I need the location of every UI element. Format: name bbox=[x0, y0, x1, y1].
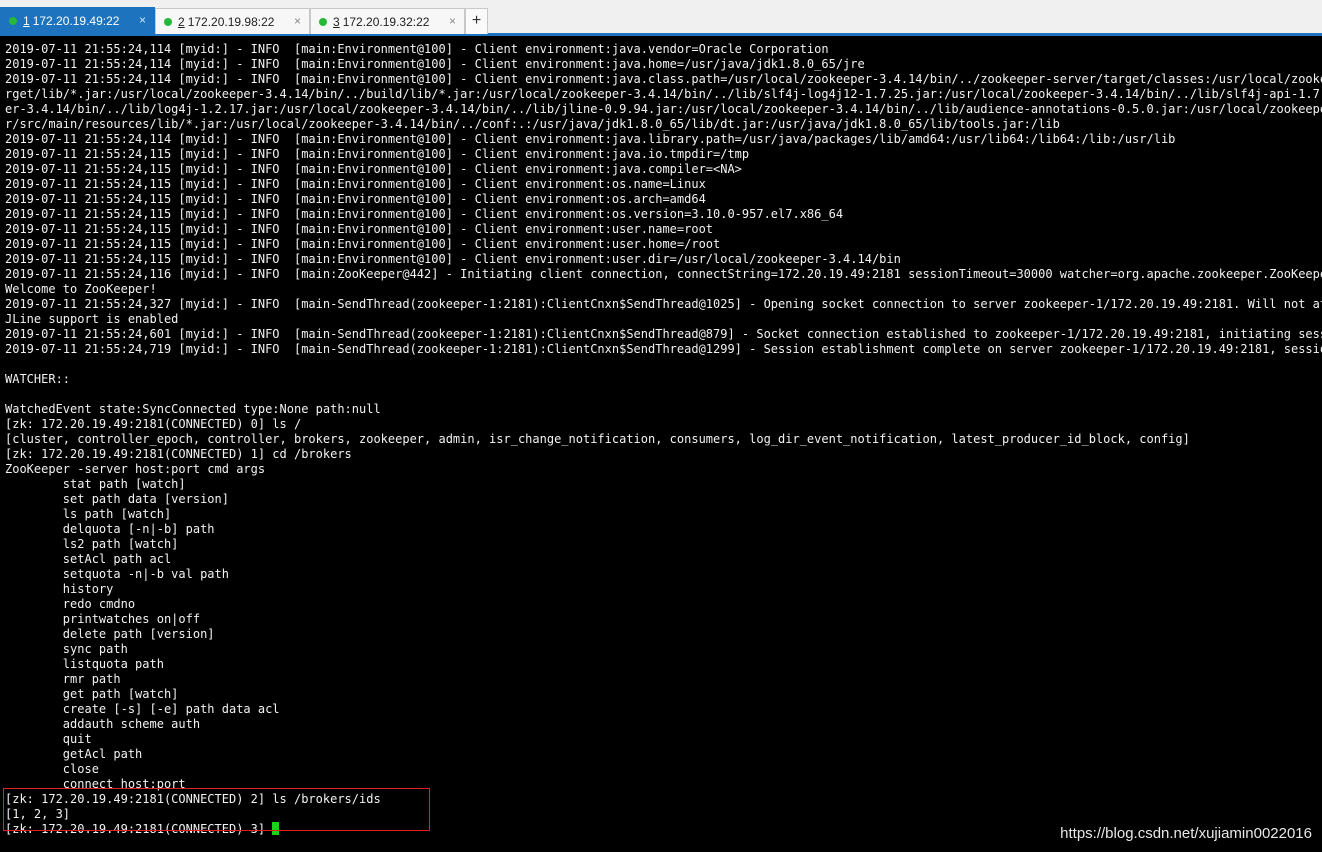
tab-session-2[interactable]: 2 172.20.19.98:22 × bbox=[155, 8, 310, 34]
tab-session-3[interactable]: 3 172.20.19.32:22 × bbox=[310, 8, 465, 34]
tab-number: 1 bbox=[23, 14, 30, 28]
tab-number: 3 bbox=[333, 14, 340, 29]
tab-title: 172.20.19.98:22 bbox=[187, 14, 275, 29]
annotation-highlight-box bbox=[3, 788, 430, 831]
close-icon[interactable]: × bbox=[139, 13, 146, 27]
tab-title: 172.20.19.49:22 bbox=[32, 14, 120, 28]
terminal-output-text: 2019-07-11 21:55:24,114 [myid:] - INFO [… bbox=[5, 42, 1322, 836]
connected-status-icon bbox=[9, 17, 17, 25]
connected-status-icon bbox=[164, 17, 172, 26]
close-icon[interactable]: × bbox=[294, 14, 301, 28]
tab-number: 2 bbox=[178, 14, 185, 29]
new-tab-button[interactable]: + bbox=[465, 8, 488, 34]
tab-bar: 1 172.20.19.49:22 × 2 172.20.19.98:22 × … bbox=[0, 0, 1322, 36]
watermark: https://blog.csdn.net/xujiamin0022016 bbox=[1060, 825, 1312, 842]
close-icon[interactable]: × bbox=[449, 14, 456, 28]
connected-status-icon bbox=[319, 17, 327, 26]
tab-session-1[interactable]: 1 172.20.19.49:22 × bbox=[0, 7, 155, 34]
terminal-output: 2019-07-11 21:55:24,114 [myid:] - INFO [… bbox=[5, 42, 1322, 837]
tab-title: 172.20.19.32:22 bbox=[342, 14, 430, 29]
terminal-window[interactable]: 2019-07-11 21:55:24,114 [myid:] - INFO [… bbox=[0, 39, 1322, 852]
